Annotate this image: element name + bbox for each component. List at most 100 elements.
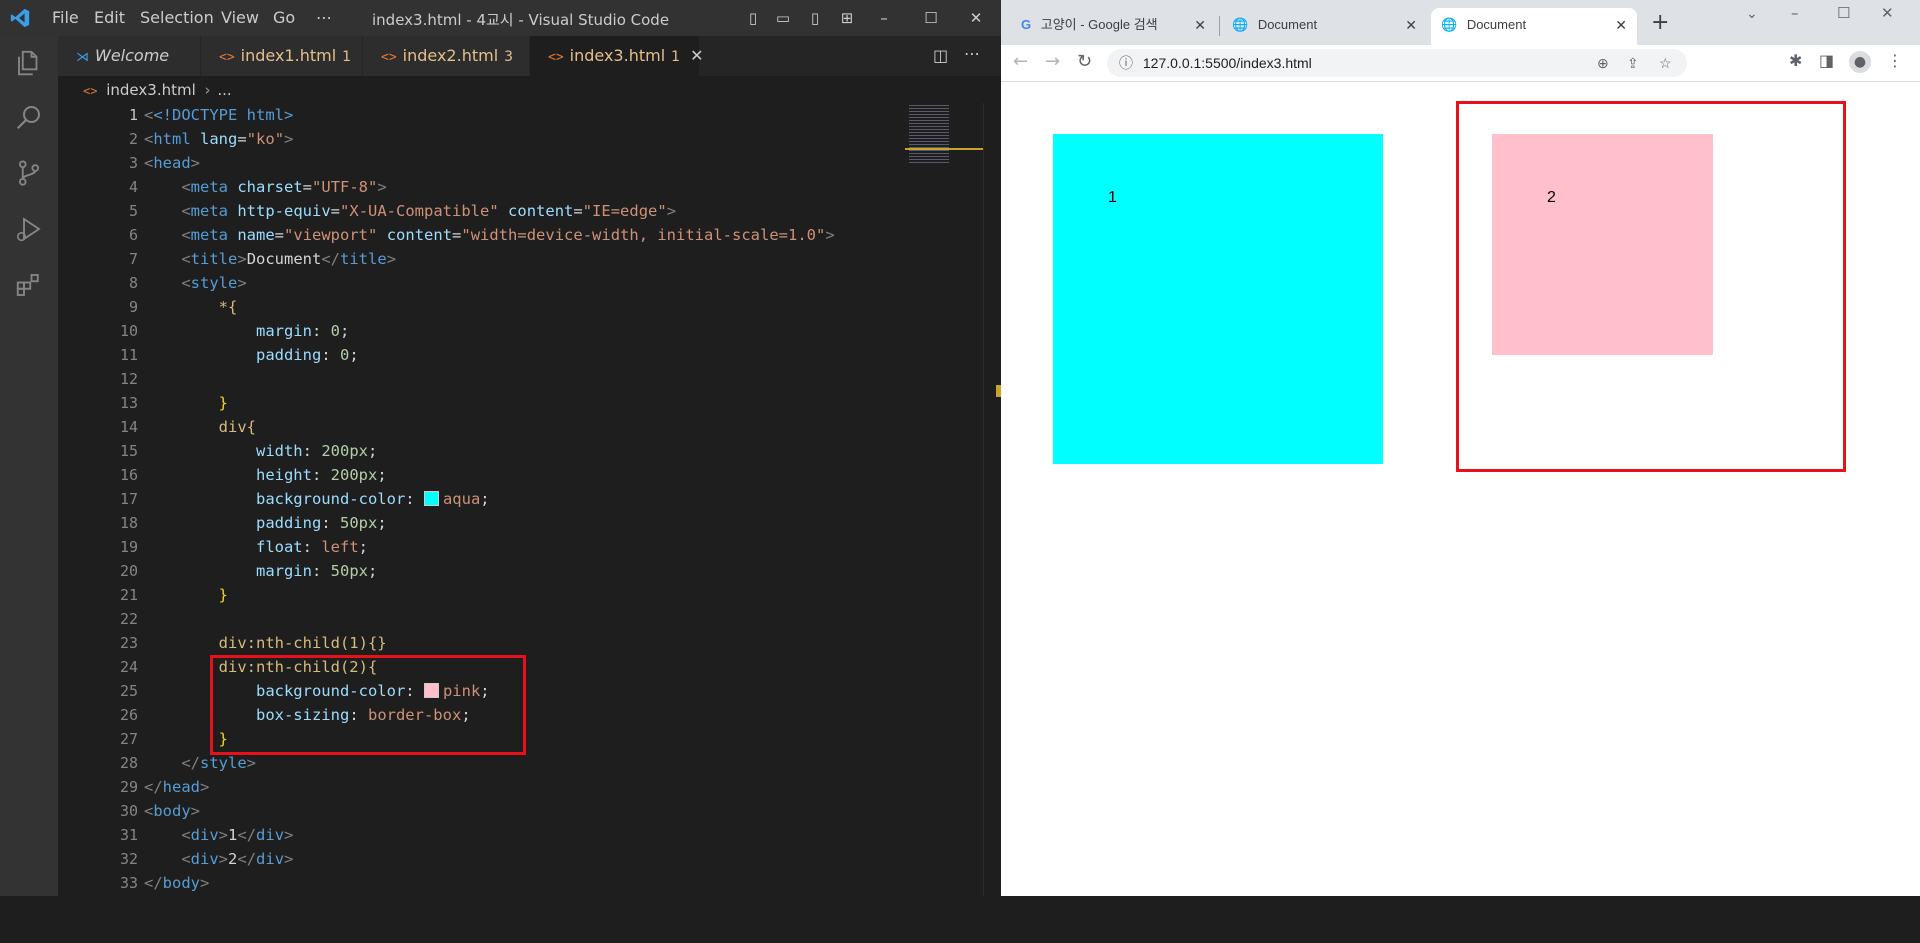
code-line: <title>Document</title> [181, 250, 397, 268]
code-line: <meta name="viewport" content="width=dev… [181, 226, 835, 244]
title-text: Document [246, 250, 322, 268]
css-property: height [255, 466, 312, 484]
tab-welcome[interactable]: ⋊ Welcome [58, 36, 201, 76]
css-value: left [321, 538, 359, 556]
code-line: } [218, 394, 228, 412]
chrome-menu-icon[interactable]: ⋮ [1887, 51, 1903, 70]
site-info-icon[interactable]: ⓘ [1119, 55, 1133, 71]
source-control-icon[interactable] [14, 158, 44, 188]
tab-close-icon[interactable]: ✕ [1405, 8, 1417, 42]
breadcrumb-more[interactable]: ... [217, 81, 231, 99]
line-number: 13 [119, 394, 138, 412]
tab-index1[interactable]: <> index1.html 1 [201, 36, 363, 76]
browser-tab-strip: G 고양이 - Google 검색 ✕ 🌐 Document ✕ 🌐 Docum… [1001, 0, 1920, 45]
side-panel-icon[interactable]: ◨ [1819, 51, 1834, 70]
run-debug-icon[interactable] [14, 214, 44, 244]
line-number: 7 [128, 250, 138, 268]
tab-index2[interactable]: <> index2.html 3 [363, 36, 530, 76]
line-number: 14 [119, 418, 138, 436]
menu-view[interactable]: View [221, 8, 259, 27]
line-number: 3 [128, 154, 138, 172]
explorer-icon[interactable] [14, 48, 44, 78]
line-number: 21 [119, 586, 138, 604]
browser-toolbar: ← → ↻ ⓘ 127.0.0.1:5500/index3.html ⊕ ⇪ ☆… [1001, 45, 1920, 82]
css-value: 50px [330, 562, 368, 580]
css-selector: *{ [218, 298, 238, 316]
line-number: 18 [119, 514, 138, 532]
browser-tab-document-1[interactable]: 🌐 Document ✕ [1222, 8, 1427, 45]
customize-layout-icon[interactable]: ⊞ [838, 9, 856, 27]
code-line: padding: 0; [255, 346, 359, 364]
html-file-icon: <> [381, 50, 397, 65]
new-tab-button[interactable]: + [1651, 10, 1669, 35]
tab-search-icon[interactable]: ⌄ [1746, 6, 1758, 22]
menu-file[interactable]: File [52, 8, 79, 27]
tab-close-icon[interactable]: ✕ [1615, 8, 1627, 42]
profile-avatar[interactable]: ● [1849, 51, 1871, 73]
more-actions-icon[interactable]: ⋯ [964, 44, 980, 63]
tab-close-icon[interactable]: ✕ [690, 46, 703, 65]
code-line: div{ [144, 415, 256, 439]
tab-label: Welcome [95, 46, 170, 65]
chevron-right-icon: › [204, 81, 211, 99]
css-property: width [255, 442, 303, 460]
line-number: 12 [119, 370, 138, 388]
highlight-annotation-box [1456, 101, 1846, 472]
menu-go[interactable]: Go [273, 8, 295, 27]
code-editor[interactable]: <<!DOCTYPE html> <html lang="ko"> <head>… [144, 103, 894, 896]
extensions-icon[interactable] [14, 270, 44, 300]
color-swatch-aqua[interactable] [423, 491, 439, 506]
vscode-titlebar: File Edit Selection View Go ⋯ index3.htm… [0, 0, 1001, 36]
breadcrumb-file[interactable]: index3.html [106, 81, 196, 99]
vertical-scrollbar[interactable] [983, 103, 1002, 896]
browser-tab-document-2[interactable]: 🌐 Document ✕ [1431, 8, 1637, 45]
bookmark-star-icon[interactable]: ☆ [1659, 49, 1672, 77]
browser-tab-label: Document [1466, 17, 1527, 32]
html-file-icon: <> [83, 84, 98, 98]
address-bar[interactable]: ⓘ 127.0.0.1:5500/index3.html ⊕ ⇪ ☆ [1107, 49, 1687, 77]
back-icon[interactable]: ← [1013, 51, 1028, 72]
minimize-icon[interactable]: – [875, 9, 893, 27]
extensions-icon[interactable]: ✱ [1789, 51, 1802, 70]
page-viewport: 1 2 [1001, 82, 1920, 896]
split-editor-icon[interactable]: ◫ [933, 46, 948, 65]
search-icon[interactable] [14, 102, 44, 132]
tab-label: index2.html [402, 46, 499, 65]
code-line: margin: 50px; [255, 562, 378, 580]
line-number: 2 [128, 130, 138, 148]
forward-icon[interactable]: → [1045, 51, 1060, 72]
line-number: 29 [119, 778, 138, 796]
vscode-logo-icon [10, 8, 30, 28]
close-icon[interactable]: ✕ [1881, 4, 1894, 22]
css-value: 0 [339, 346, 350, 364]
code-line: <<!DOCTYPE html> [144, 106, 294, 124]
toggle-sidebar-icon[interactable]: ▯ [744, 9, 762, 27]
minimap[interactable] [905, 103, 983, 896]
url-text: 127.0.0.1:5500/index3.html [1142, 55, 1312, 71]
menu-edit[interactable]: Edit [94, 8, 125, 27]
code-line: <body> [144, 802, 201, 820]
zoom-icon[interactable]: ⊕ [1597, 49, 1609, 77]
line-number: 33 [119, 874, 138, 892]
code-line: <style> [181, 274, 247, 292]
toggle-secondary-sidebar-icon[interactable]: ▯ [806, 9, 824, 27]
toggle-panel-icon[interactable]: ▭ [774, 9, 792, 27]
browser-tab-google[interactable]: G 고양이 - Google 검색 ✕ [1011, 8, 1216, 45]
tab-close-icon[interactable]: ✕ [1194, 8, 1206, 42]
css-selector: div{ [218, 418, 256, 436]
box-1-label: 1 [1108, 189, 1117, 206]
maximize-icon[interactable]: ☐ [1837, 4, 1850, 22]
code-line: height: 200px; [255, 466, 387, 484]
menu-selection[interactable]: Selection [140, 8, 214, 27]
line-number: 24 [119, 658, 138, 676]
share-icon[interactable]: ⇪ [1627, 49, 1639, 77]
line-number-gutter: 1 2 3 4 5 6 7 8 9 10 11 12 13 14 15 16 17 18 19 20 21 22 23 24 2… [58, 103, 138, 896]
css-value: 200px [321, 442, 368, 460]
code-line: background-color: aqua; [255, 490, 490, 508]
tab-index3[interactable]: <> index3.html 1 ✕ [530, 36, 703, 76]
minimize-icon[interactable]: – [1791, 4, 1799, 22]
close-icon[interactable]: ✕ [967, 9, 985, 27]
maximize-icon[interactable]: ☐ [922, 9, 940, 27]
menu-more[interactable]: ⋯ [316, 8, 332, 27]
reload-icon[interactable]: ↻ [1077, 51, 1092, 72]
